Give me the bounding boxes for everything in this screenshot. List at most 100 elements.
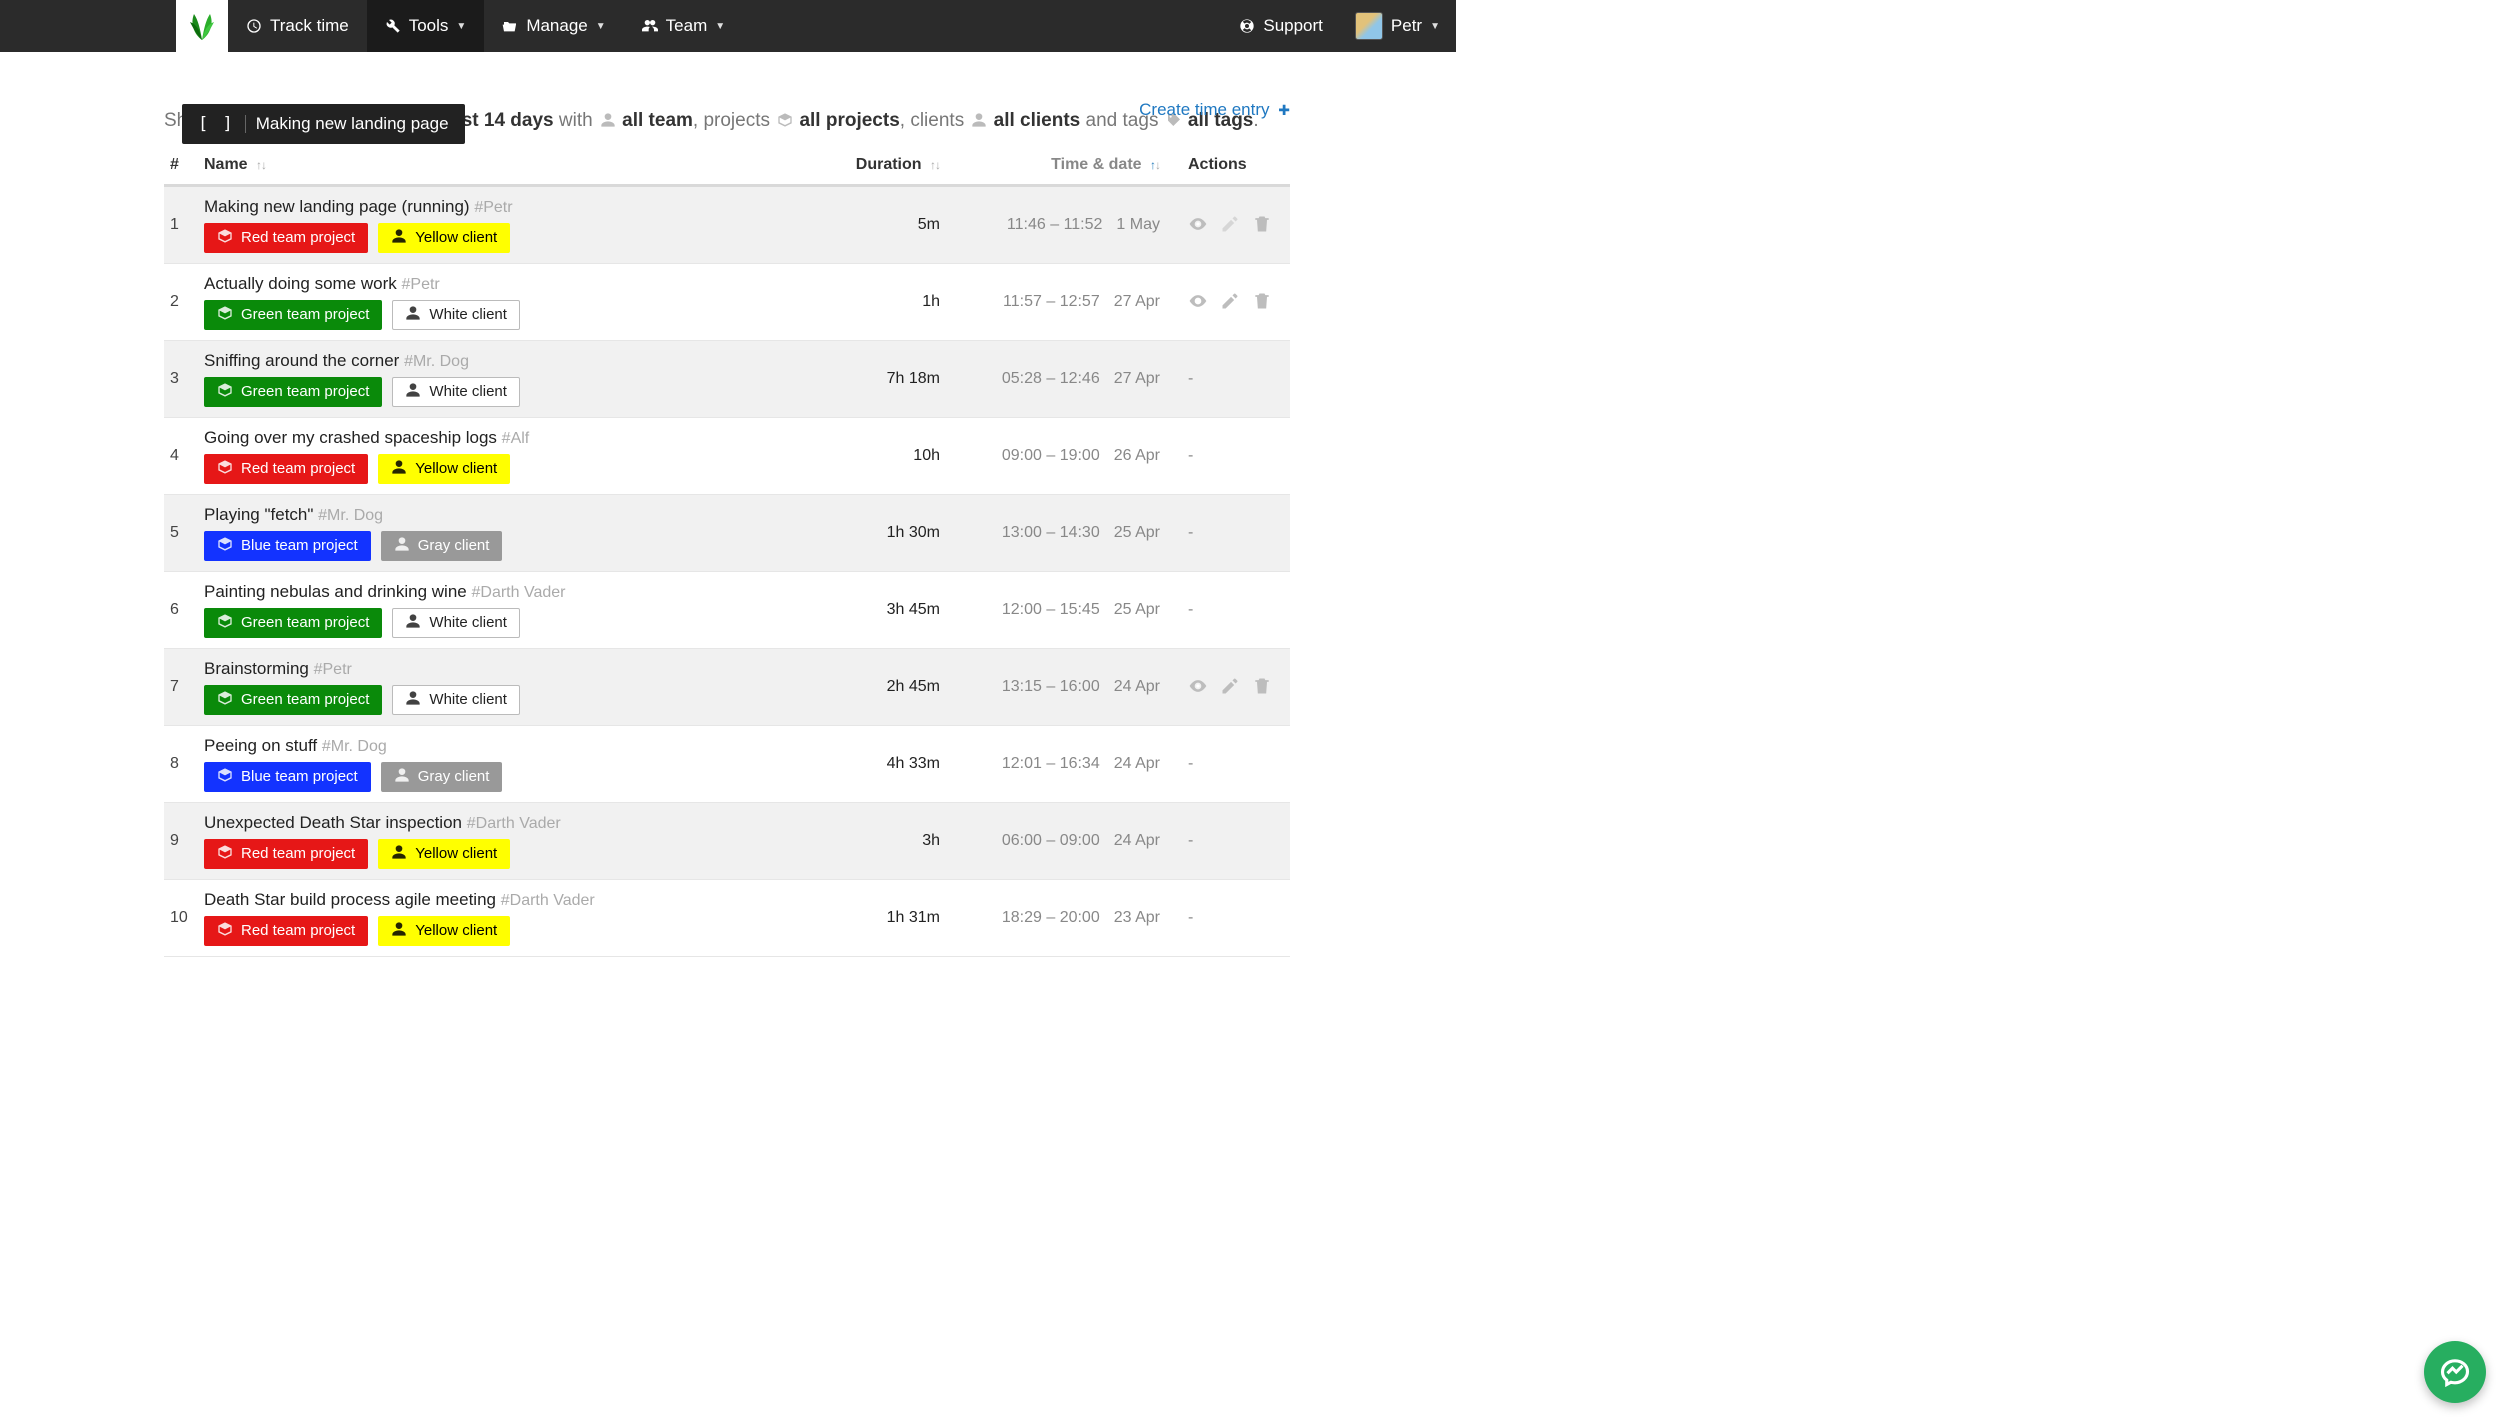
leaf-logo-icon — [184, 8, 220, 44]
entry-badges: Blue team project Gray client — [204, 531, 830, 561]
sort-arrows-icon[interactable]: ↑↓ — [256, 158, 266, 172]
project-badge[interactable]: Red team project — [204, 223, 368, 253]
row-actions: - — [1170, 726, 1290, 803]
project-badge[interactable]: Red team project — [204, 454, 368, 484]
client-badge[interactable]: White client — [392, 377, 520, 407]
row-duration: 7h 18m — [840, 341, 950, 418]
client-badge[interactable]: White client — [392, 685, 520, 715]
nav-manage-label: Manage — [526, 16, 587, 36]
row-duration: 10h — [840, 418, 950, 495]
client-badge[interactable]: Yellow client — [378, 839, 510, 869]
project-badge[interactable]: Green team project — [204, 300, 382, 330]
view-action-icon[interactable] — [1188, 291, 1208, 314]
create-time-entry-link[interactable]: Create time entry ✚ — [1139, 100, 1290, 120]
delete-action-icon[interactable] — [1252, 214, 1272, 237]
task-checkbox-icon[interactable]: [ ] — [198, 114, 235, 134]
nav-track-time[interactable]: Track time — [228, 0, 367, 52]
row-name-cell: Painting nebulas and drinking wine #Dart… — [204, 572, 840, 649]
row-name-cell: Peeing on stuff #Mr. Dog Blue team projec… — [204, 726, 840, 803]
summary-team[interactable]: all team — [622, 110, 693, 131]
entry-title[interactable]: Unexpected Death Star inspection #Darth … — [204, 813, 830, 833]
entry-title[interactable]: Playing "fetch" #Mr. Dog — [204, 505, 830, 525]
entry-title[interactable]: Brainstorming #Petr — [204, 659, 830, 679]
edit-action-icon[interactable] — [1220, 214, 1240, 237]
sort-arrows-icon[interactable]: ↑↓ — [1150, 158, 1160, 172]
row-duration: 1h 30m — [840, 495, 950, 572]
entry-title[interactable]: Sniffing around the corner #Mr. Dog — [204, 351, 830, 371]
client-badge[interactable]: Yellow client — [378, 916, 510, 946]
entry-title[interactable]: Peeing on stuff #Mr. Dog — [204, 736, 830, 756]
table-row: 8Peeing on stuff #Mr. DogBlue team proje… — [164, 726, 1290, 803]
cube-icon — [217, 690, 233, 710]
entry-user-tag: #Mr. Dog — [322, 738, 387, 755]
row-index: 3 — [164, 341, 204, 418]
table-row: 6Painting nebulas and drinking wine #Dar… — [164, 572, 1290, 649]
client-badge[interactable]: Yellow client — [378, 454, 510, 484]
clock-icon — [246, 18, 262, 34]
entry-user-tag: #Mr. Dog — [404, 353, 469, 370]
client-badge[interactable]: Yellow client — [378, 223, 510, 253]
wrench-icon — [385, 18, 401, 34]
user-icon — [391, 921, 407, 941]
nav-tools[interactable]: Tools ▼ — [367, 0, 485, 52]
app-logo[interactable] — [176, 0, 228, 52]
user-icon — [405, 690, 421, 710]
entry-title[interactable]: Actually doing some work #Petr — [204, 274, 830, 294]
nav-tools-label: Tools — [409, 16, 449, 36]
summary-projects[interactable]: all projects — [799, 110, 899, 131]
col-duration[interactable]: Duration ↑↓ — [840, 146, 950, 186]
project-badge[interactable]: Red team project — [204, 916, 368, 946]
nav-manage[interactable]: Manage ▼ — [484, 0, 623, 52]
project-badge[interactable]: Green team project — [204, 608, 382, 638]
project-badge[interactable]: Green team project — [204, 377, 382, 407]
client-badge[interactable]: White client — [392, 300, 520, 330]
entry-badges: Red team project Yellow client — [204, 223, 830, 253]
project-badge[interactable]: Blue team project — [204, 762, 371, 792]
edit-action-icon[interactable] — [1220, 291, 1240, 314]
entry-user-tag: #Darth Vader — [501, 892, 595, 909]
col-time-date[interactable]: Time & date ↑↓ — [950, 146, 1170, 186]
entry-title[interactable]: Death Star build process agile meeting #… — [204, 890, 830, 910]
chat-fab[interactable] — [2424, 1341, 2486, 1403]
edit-action-icon[interactable] — [1220, 676, 1240, 699]
project-badge[interactable]: Red team project — [204, 839, 368, 869]
table-header-row: # Name ↑↓ Duration ↑↓ Time & date ↑↓ Act… — [164, 146, 1290, 186]
divider — [245, 115, 246, 133]
cube-icon — [217, 228, 233, 248]
project-badge[interactable]: Blue team project — [204, 531, 371, 561]
entry-title[interactable]: Going over my crashed spaceship logs #Al… — [204, 428, 830, 448]
row-time-date: 11:46 – 11:521 May — [950, 186, 1170, 264]
col-name[interactable]: Name ↑↓ — [204, 146, 840, 186]
entry-title[interactable]: Painting nebulas and drinking wine #Dart… — [204, 582, 830, 602]
row-name-cell: Making new landing page (running) #Petr R… — [204, 186, 840, 264]
avatar — [1355, 12, 1383, 40]
no-actions: - — [1188, 909, 1193, 926]
cube-icon — [217, 844, 233, 864]
client-badge[interactable]: White client — [392, 608, 520, 638]
client-badge[interactable]: Gray client — [381, 531, 503, 561]
top-nav: Track time Tools ▼ Manage ▼ Team ▼ Suppo… — [0, 0, 1456, 52]
summary-clients[interactable]: all clients — [994, 110, 1081, 131]
view-action-icon[interactable] — [1188, 214, 1208, 237]
row-index: 9 — [164, 803, 204, 880]
project-badge[interactable]: Green team project — [204, 685, 382, 715]
row-time-date: 05:28 – 12:4627 Apr — [950, 341, 1170, 418]
row-index: 5 — [164, 495, 204, 572]
nav-user-menu[interactable]: Petr ▼ — [1339, 0, 1456, 52]
row-actions — [1170, 649, 1290, 726]
view-action-icon[interactable] — [1188, 676, 1208, 699]
client-badge[interactable]: Gray client — [381, 762, 503, 792]
entry-user-tag: #Mr. Dog — [318, 507, 383, 524]
sort-arrows-icon[interactable]: ↑↓ — [930, 158, 940, 172]
entry-title[interactable]: Making new landing page (running) #Petr — [204, 197, 830, 217]
row-duration: 5m — [840, 186, 950, 264]
delete-action-icon[interactable] — [1252, 291, 1272, 314]
row-name-cell: Actually doing some work #Petr Green team… — [204, 264, 840, 341]
current-task-pill[interactable]: [ ] Making new landing page — [182, 104, 465, 144]
nav-team[interactable]: Team ▼ — [624, 0, 743, 52]
row-name-cell: Brainstorming #Petr Green team project Whi… — [204, 649, 840, 726]
entry-badges: Blue team project Gray client — [204, 762, 830, 792]
nav-support[interactable]: Support — [1223, 0, 1339, 52]
row-actions: - — [1170, 418, 1290, 495]
delete-action-icon[interactable] — [1252, 676, 1272, 699]
